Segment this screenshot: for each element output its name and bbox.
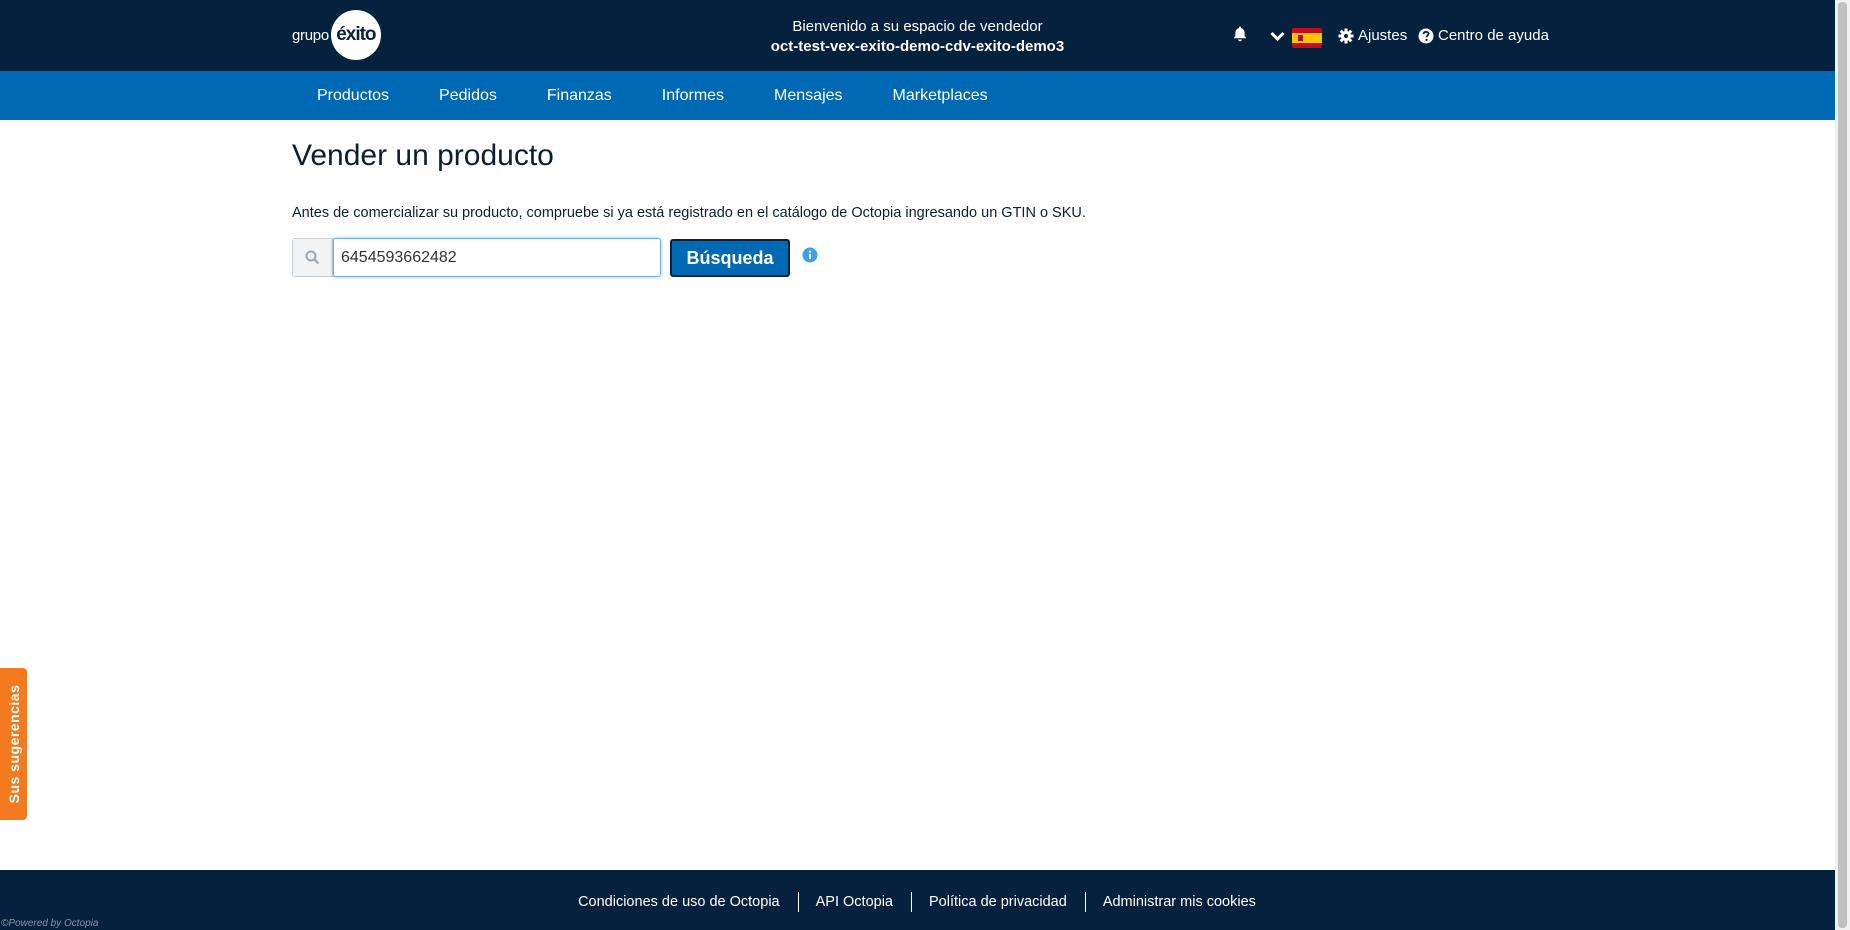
footer: Condiciones de uso de Octopia API Octopi… xyxy=(0,870,1835,930)
page-scrollbar[interactable] xyxy=(1835,0,1850,930)
footer-links: Condiciones de uso de Octopia API Octopi… xyxy=(0,892,1835,912)
settings-link[interactable]: Ajustes xyxy=(1338,27,1407,44)
feedback-tab-label: Sus sugerencias xyxy=(5,684,22,804)
info-icon[interactable] xyxy=(802,247,818,268)
scrollbar-thumb[interactable] xyxy=(1838,2,1847,928)
footer-link-api[interactable]: API Octopia xyxy=(797,892,911,912)
nav-item-productos[interactable]: Productos xyxy=(292,71,414,120)
top-header: grupo éxito Bienvenido a su espacio de v… xyxy=(0,0,1835,71)
nav-item-pedidos[interactable]: Pedidos xyxy=(414,71,522,120)
spain-flag-icon[interactable] xyxy=(1292,28,1322,48)
gear-icon xyxy=(1338,28,1354,43)
grupo-exito-logo[interactable]: grupo éxito xyxy=(292,10,381,60)
feedback-tab[interactable]: Sus sugerencias xyxy=(0,668,27,820)
nav-item-informes[interactable]: Informes xyxy=(637,71,749,120)
bell-icon[interactable] xyxy=(1233,26,1247,47)
shop-name: oct-test-vex-exito-demo-cdv-exito-demo3 xyxy=(770,38,1065,55)
powered-by-text: ©Powered by Octopia xyxy=(1,918,99,929)
page-title: Vender un producto xyxy=(292,139,554,172)
nav-item-mensajes[interactable]: Mensajes xyxy=(749,71,867,120)
logo-grupo-text: grupo xyxy=(292,26,329,44)
footer-link-cookies[interactable]: Administrar mis cookies xyxy=(1084,892,1274,912)
logo-exito-badge: éxito xyxy=(330,10,381,60)
welcome-block: Bienvenido a su espacio de vendedor oct-… xyxy=(700,17,1135,57)
nav-item-finanzas[interactable]: Finanzas xyxy=(522,71,637,120)
search-button[interactable]: Búsqueda xyxy=(670,239,790,277)
intro-text: Antes de comercializar su producto, comp… xyxy=(292,205,1086,221)
welcome-text: Bienvenido a su espacio de vendedor xyxy=(792,18,1043,35)
footer-link-privacy[interactable]: Política de privacidad xyxy=(910,892,1085,912)
chevron-down-icon[interactable] xyxy=(1270,29,1285,47)
footer-link-terms[interactable]: Condiciones de uso de Octopia xyxy=(561,892,798,912)
help-label: Centro de ayuda xyxy=(1438,27,1549,44)
main-nav: Productos Pedidos Finanzas Informes Mens… xyxy=(0,71,1835,120)
question-circle-icon xyxy=(1418,28,1434,43)
help-center-link[interactable]: Centro de ayuda xyxy=(1418,27,1549,44)
search-input[interactable] xyxy=(333,238,661,277)
nav-item-marketplaces[interactable]: Marketplaces xyxy=(868,71,1013,120)
settings-label: Ajustes xyxy=(1358,27,1408,44)
search-icon xyxy=(293,239,333,276)
search-group xyxy=(292,238,661,277)
